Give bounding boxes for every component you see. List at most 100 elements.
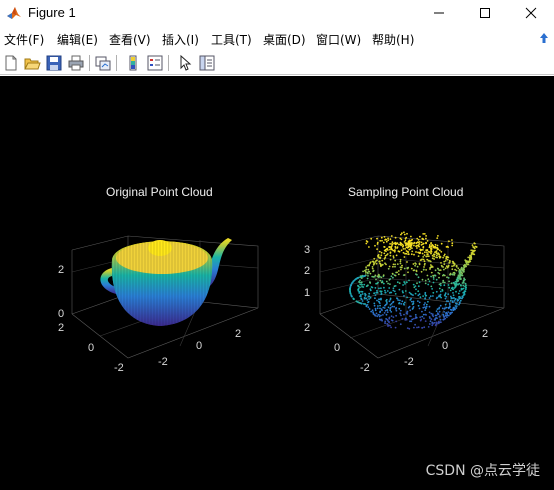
- sample-point: [385, 280, 388, 283]
- sample-point: [386, 323, 389, 325]
- menu-view[interactable]: 查看(V): [109, 31, 151, 48]
- sample-point: [460, 267, 463, 270]
- sample-point: [407, 271, 409, 274]
- insert-legend-icon[interactable]: [146, 54, 164, 72]
- sample-point: [369, 282, 372, 284]
- sample-point: [455, 269, 458, 272]
- sample-point: [437, 267, 439, 270]
- sample-point: [352, 297, 355, 300]
- menu-edit[interactable]: 编辑(E): [57, 31, 98, 48]
- save-icon[interactable]: [45, 54, 63, 72]
- new-figure-icon[interactable]: [2, 54, 20, 72]
- sample-point: [410, 297, 412, 300]
- menu-window[interactable]: 窗口(W): [316, 31, 361, 48]
- sample-point: [447, 246, 449, 249]
- sample-point: [430, 248, 433, 250]
- sample-point: [449, 289, 452, 292]
- sample-point: [451, 311, 453, 314]
- sample-point: [424, 279, 427, 282]
- sample-point: [424, 309, 427, 311]
- sample-point: [381, 309, 383, 312]
- dock-arrow-icon[interactable]: [538, 31, 550, 45]
- sample-point: [430, 242, 432, 245]
- sample-point: [404, 290, 407, 292]
- close-button[interactable]: [508, 0, 554, 26]
- sample-point: [402, 284, 404, 286]
- sample-point: [399, 241, 402, 244]
- sample-point: [426, 251, 428, 254]
- sample-point: [389, 251, 392, 254]
- sample-point: [384, 309, 387, 312]
- sample-point: [423, 303, 425, 306]
- menu-insert[interactable]: 插入(I): [162, 31, 199, 48]
- sample-point: [367, 301, 369, 304]
- sample-point: [412, 294, 414, 296]
- sample-point: [380, 297, 382, 300]
- property-inspector-icon[interactable]: [198, 54, 216, 72]
- sample-point: [417, 276, 420, 279]
- sample-point: [439, 269, 442, 271]
- link-plot-icon[interactable]: [94, 54, 112, 72]
- sample-point: [364, 293, 367, 296]
- sample-point: [393, 249, 396, 252]
- sample-point: [413, 241, 416, 244]
- insert-colorbar-icon[interactable]: [124, 54, 142, 72]
- menu-tools[interactable]: 工具(T): [211, 31, 252, 48]
- sample-point: [372, 262, 375, 264]
- z-tick-label: 2: [304, 265, 311, 277]
- print-icon[interactable]: [67, 54, 85, 72]
- sample-point: [463, 265, 466, 268]
- sample-point: [452, 294, 455, 297]
- sample-point: [384, 256, 387, 259]
- sample-point: [390, 315, 393, 317]
- sample-point: [403, 256, 406, 258]
- sample-point: [421, 327, 424, 329]
- sample-point: [369, 296, 372, 299]
- x-tick-label: 0: [442, 340, 449, 352]
- sample-point: [376, 315, 379, 318]
- plots-svg: [71, 231, 505, 359]
- sample-point: [418, 293, 421, 296]
- sample-point: [424, 251, 426, 254]
- sample-point: [384, 291, 387, 294]
- menu-desktop[interactable]: 桌面(D): [263, 31, 306, 48]
- sample-point: [447, 311, 450, 313]
- sample-point: [438, 295, 440, 298]
- sample-point: [435, 250, 438, 253]
- sample-point: [379, 262, 381, 265]
- x-tick-label: 2: [482, 328, 489, 340]
- sample-point: [444, 260, 447, 262]
- figure-canvas[interactable]: Original Point Cloud Sampling Point Clou…: [0, 76, 554, 490]
- sample-point: [377, 254, 380, 256]
- sample-point: [448, 280, 450, 283]
- edit-plot-arrow-icon[interactable]: [176, 54, 194, 72]
- minimize-button[interactable]: [416, 0, 462, 26]
- sample-point: [412, 300, 415, 303]
- sample-point: [443, 254, 445, 257]
- toolbar-separator: [89, 55, 90, 71]
- sample-point: [389, 258, 392, 261]
- sample-point: [396, 271, 398, 274]
- open-file-icon[interactable]: [23, 54, 41, 72]
- sample-point: [428, 323, 431, 325]
- sample-point: [456, 277, 459, 279]
- sample-point: [444, 317, 447, 320]
- maximize-button[interactable]: [462, 0, 508, 26]
- sample-point: [416, 244, 418, 247]
- sample-point: [421, 252, 424, 255]
- sample-point: [373, 302, 376, 305]
- sample-point: [463, 279, 465, 282]
- menu-file[interactable]: 文件(F): [4, 31, 44, 48]
- sample-point: [400, 314, 402, 317]
- sample-point: [405, 246, 408, 249]
- menu-help[interactable]: 帮助(H): [372, 31, 414, 48]
- sample-point: [430, 271, 433, 274]
- sample-point: [365, 242, 368, 245]
- sample-point: [349, 288, 351, 291]
- sampling-plot-title: Sampling Point Cloud: [348, 185, 464, 199]
- sample-point: [415, 273, 417, 275]
- sample-point: [402, 251, 405, 254]
- sample-point: [443, 268, 445, 271]
- sample-point: [431, 321, 434, 324]
- sample-point: [398, 243, 400, 246]
